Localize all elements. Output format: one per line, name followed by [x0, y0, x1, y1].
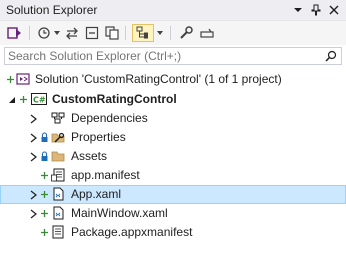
folder-icon [51, 149, 65, 163]
tree-item-label: app.manifest [71, 168, 140, 182]
xaml-file-icon [51, 206, 65, 220]
separator [29, 26, 30, 40]
properties-wrench-icon[interactable] [178, 24, 194, 42]
separator [170, 26, 171, 40]
expanded-arrow-icon[interactable] [7, 94, 17, 104]
sync-icon[interactable] [64, 24, 80, 42]
collapsed-arrow-icon[interactable] [28, 208, 38, 219]
tree-item-package-appxmanifest[interactable]: Package.appxmanifest [0, 223, 346, 242]
preview-dropdown-icon[interactable] [156, 24, 164, 42]
tree-item-dependencies[interactable]: Dependencies [0, 109, 346, 128]
pin-icon[interactable] [310, 4, 322, 16]
added-plus-icon [40, 207, 49, 219]
tree-item-app-manifest[interactable]: app.manifest [0, 166, 346, 185]
csharp-project-icon: C# [31, 92, 47, 106]
tree-item-label: Properties [71, 130, 126, 144]
tree-item-label: MainWindow.xaml [71, 206, 168, 220]
preview-selected-items-icon[interactable] [132, 24, 154, 42]
title-bar: Solution Explorer [0, 0, 346, 21]
search-box [4, 47, 342, 65]
lock-icon [40, 150, 49, 162]
tree-item-label: App.xaml [71, 187, 122, 201]
switch-views-icon[interactable] [6, 24, 24, 42]
tree-item-solution[interactable]: Solution 'CustomRatingControl' (1 of 1 p… [0, 70, 346, 89]
tree-item-label: Solution 'CustomRatingControl' (1 of 1 p… [35, 72, 282, 86]
window-title: Solution Explorer [6, 3, 98, 17]
added-plus-icon [40, 188, 49, 200]
show-all-files-icon[interactable] [104, 24, 120, 42]
tree-item-app-xaml[interactable]: App.xaml [0, 185, 346, 204]
lock-icon [40, 131, 49, 143]
preview-icon[interactable] [198, 24, 216, 42]
tree-item-label: CustomRatingControl [52, 92, 177, 106]
collapsed-arrow-icon[interactable] [28, 189, 38, 200]
close-icon[interactable] [328, 4, 340, 16]
tree-item-label: Dependencies [71, 111, 148, 125]
xaml-file-icon [51, 187, 65, 201]
collapsed-arrow-icon[interactable] [28, 151, 38, 162]
tree-item-label: Package.appxmanifest [71, 225, 193, 239]
tree-item-assets[interactable]: Assets [0, 147, 346, 166]
search-icon[interactable] [325, 50, 337, 62]
manifest-file-icon [51, 168, 65, 182]
dropdown-arrow-icon[interactable] [292, 4, 304, 16]
tree-item-properties[interactable]: Properties [0, 128, 346, 147]
properties-wrench-icon [51, 130, 65, 144]
collapsed-arrow-icon[interactable] [28, 113, 38, 124]
history-dropdown-icon[interactable] [53, 24, 61, 42]
tree-item-label: Assets [71, 149, 108, 163]
appxmanifest-file-icon [51, 225, 65, 239]
added-plus-icon [6, 73, 15, 85]
toolbar [0, 21, 346, 45]
search-input[interactable] [8, 48, 308, 64]
collapsed-arrow-icon[interactable] [28, 132, 38, 143]
svg-text:C#: C# [33, 96, 46, 105]
tree-item-mainwindow-xaml[interactable]: MainWindow.xaml [0, 204, 346, 223]
tree-item-project[interactable]: C# CustomRatingControl [0, 90, 346, 109]
history-icon[interactable] [36, 24, 52, 42]
added-plus-icon [40, 226, 49, 238]
solution-icon [16, 72, 30, 86]
dependencies-icon [51, 111, 65, 125]
added-plus-icon [40, 169, 49, 181]
separator [125, 26, 126, 40]
added-plus-icon [19, 93, 28, 105]
collapse-all-icon[interactable] [84, 24, 100, 42]
